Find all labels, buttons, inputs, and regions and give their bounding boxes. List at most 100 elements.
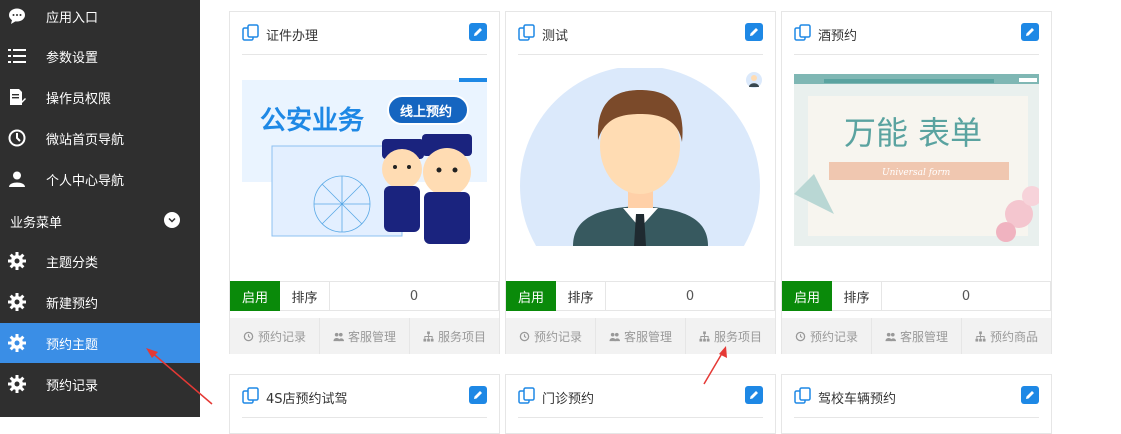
booking-products-button[interactable]: 预约商品: [962, 318, 1051, 354]
sidebar-item-operator-permissions[interactable]: 操作员权限: [0, 77, 200, 117]
users-icon: [885, 332, 896, 341]
edit-icon[interactable]: [1021, 386, 1039, 404]
card-title: 酒预约: [818, 29, 858, 44]
sort-order-input[interactable]: 0: [882, 281, 1051, 311]
cover-headline: 公安业务: [260, 106, 364, 136]
sidebar-section-label: 业务菜单: [10, 216, 63, 231]
sidebar-item-home-nav[interactable]: 微站首页导航: [0, 118, 200, 158]
topic-card: 门诊预约: [505, 374, 776, 434]
card-cover-image: 公安业务 线上预约: [242, 74, 487, 246]
clock-icon: [8, 129, 26, 147]
service-items-button[interactable]: 服务项目: [686, 318, 775, 354]
card-header: 驾校车辆预约: [794, 375, 1039, 418]
edit-icon[interactable]: [469, 23, 487, 41]
sort-label: 排序: [832, 281, 882, 311]
card-header: 证件办理: [242, 12, 487, 55]
service-items-button[interactable]: 服务项目: [410, 318, 499, 354]
history-icon: [519, 331, 530, 341]
card-header: 4S店预约试驾: [242, 375, 487, 418]
card-action-bar: 预约记录 客服管理 服务项目: [506, 318, 775, 354]
card-action-bar: 预约记录 客服管理 服务项目: [230, 318, 499, 354]
sitemap-icon: [423, 330, 434, 342]
copy-icon: [242, 387, 260, 405]
gear-icon: [8, 375, 26, 393]
sidebar: 应用入口 参数设置 操作员权限 微站首页导航 个人中心导航 业务菜单 主题分类 …: [0, 0, 200, 417]
card-header: 测试: [518, 12, 763, 55]
card-title: 驾校车辆预约: [818, 392, 897, 407]
user-icon: [8, 170, 26, 188]
topic-card: 酒预约 万能 表单 Universal form 启用 排序 0 预约记录 客服…: [781, 11, 1052, 354]
booking-records-button[interactable]: 预约记录: [782, 318, 872, 354]
sidebar-item-app-entry[interactable]: 应用入口: [0, 0, 200, 36]
sidebar-item-label: 新建预约: [46, 296, 99, 312]
document-edit-icon: [8, 88, 26, 106]
sidebar-item-topic-category[interactable]: 主题分类: [0, 241, 200, 281]
users-icon: [609, 332, 620, 341]
edit-icon[interactable]: [745, 386, 763, 404]
sidebar-item-label: 操作员权限: [46, 91, 112, 107]
copy-icon: [242, 24, 260, 42]
sort-label: 排序: [280, 281, 330, 311]
sidebar-item-label: 微站首页导航: [46, 132, 125, 148]
sidebar-section-business-menu[interactable]: 业务菜单: [0, 200, 200, 240]
sidebar-item-booking-records[interactable]: 预约记录: [0, 364, 200, 404]
card-cover-image: 万能 表单 Universal form: [794, 74, 1039, 246]
sidebar-item-label: 参数设置: [46, 50, 99, 66]
edit-icon[interactable]: [469, 386, 487, 404]
history-icon: [243, 331, 254, 341]
sidebar-item-label: 预约主题: [46, 337, 99, 353]
booking-records-button[interactable]: 预约记录: [230, 318, 320, 354]
card-title: 证件办理: [266, 29, 319, 44]
gear-icon: [8, 252, 26, 270]
customer-service-button[interactable]: 客服管理: [320, 318, 410, 354]
topic-card: 证件办理 公安业务 线上预约 启用 排序 0 预约记录 客服管理 服务项目: [229, 11, 500, 354]
copy-icon: [518, 24, 536, 42]
cover-badge: 线上预约: [400, 104, 452, 120]
card-controls: 启用 排序 0: [230, 281, 499, 311]
enable-toggle-button[interactable]: 启用: [506, 281, 556, 311]
sort-order-input[interactable]: 0: [330, 281, 499, 311]
history-icon: [795, 331, 806, 341]
card-header: 酒预约: [794, 12, 1039, 55]
sidebar-item-label: 预约记录: [46, 378, 99, 394]
edit-icon[interactable]: [745, 23, 763, 41]
list-settings-icon: [8, 47, 26, 65]
copy-icon: [518, 387, 536, 405]
cover-subtext: Universal form: [882, 168, 950, 178]
enable-toggle-button[interactable]: 启用: [782, 281, 832, 311]
sidebar-item-new-booking[interactable]: 新建预约: [0, 282, 200, 322]
topic-card: 4S店预约试驾: [229, 374, 500, 434]
enable-toggle-button[interactable]: 启用: [230, 281, 280, 311]
sitemap-icon: [975, 330, 986, 342]
card-controls: 启用 排序 0: [782, 281, 1051, 311]
sidebar-item-label: 个人中心导航: [46, 173, 125, 189]
sitemap-icon: [699, 330, 710, 342]
sidebar-item-label: 主题分类: [46, 255, 99, 271]
avatar-small-icon: [746, 72, 762, 88]
card-action-bar: 预约记录 客服管理 预约商品: [782, 318, 1051, 354]
card-controls: 启用 排序 0: [506, 281, 775, 311]
topic-card: 驾校车辆预约: [781, 374, 1052, 434]
edit-icon[interactable]: [1021, 23, 1039, 41]
card-title: 门诊预约: [542, 392, 595, 407]
card-title: 4S店预约试驾: [266, 392, 348, 407]
card-cover-image: [518, 68, 763, 246]
cover-headline: 万能 表单: [844, 114, 982, 152]
card-header: 门诊预约: [518, 375, 763, 418]
sidebar-item-user-center-nav[interactable]: 个人中心导航: [0, 159, 200, 199]
customer-service-button[interactable]: 客服管理: [596, 318, 686, 354]
customer-service-button[interactable]: 客服管理: [872, 318, 962, 354]
gear-icon: [8, 293, 26, 311]
copy-icon: [794, 387, 812, 405]
topic-card: 测试 启用 排序 0 预约记录 客服管理 服务项目: [505, 11, 776, 354]
card-title: 测试: [542, 29, 569, 44]
sidebar-item-booking-topics[interactable]: 预约主题: [0, 323, 200, 363]
chevron-down-icon[interactable]: [164, 212, 180, 228]
copy-icon: [794, 24, 812, 42]
sidebar-item-params[interactable]: 参数设置: [0, 36, 200, 76]
gear-icon: [8, 334, 26, 352]
booking-records-button[interactable]: 预约记录: [506, 318, 596, 354]
users-icon: [333, 332, 344, 341]
sort-order-input[interactable]: 0: [606, 281, 775, 311]
sort-label: 排序: [556, 281, 606, 311]
